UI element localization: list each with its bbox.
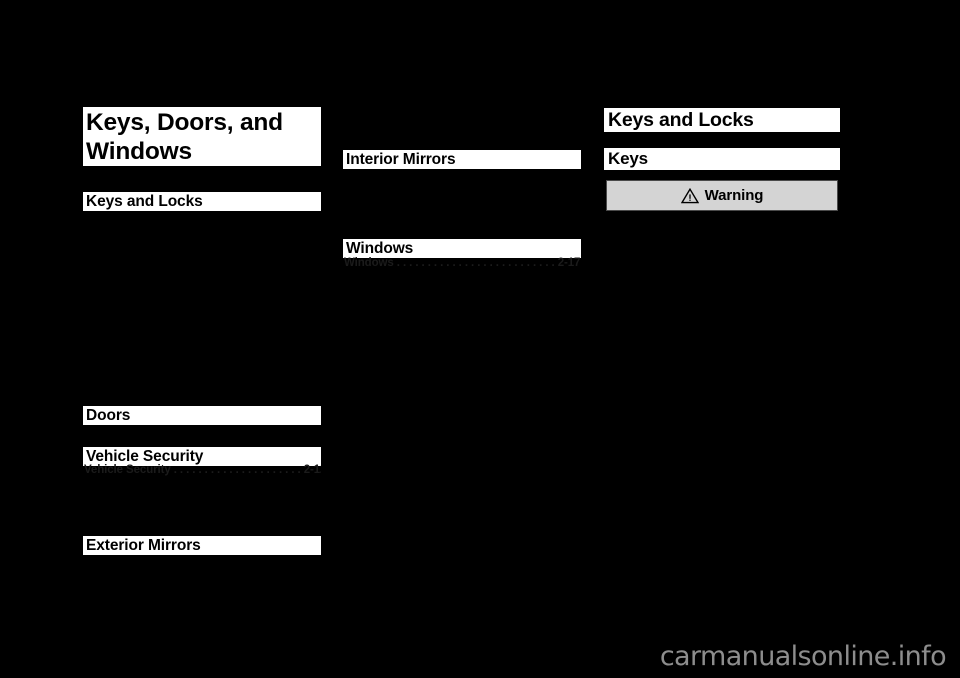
section-heading-interior-mirrors: Interior Mirrors bbox=[343, 150, 581, 169]
sub-heading-keys: Keys bbox=[604, 148, 840, 170]
warning-triangle-icon bbox=[680, 187, 699, 204]
chapter-title: Keys, Doors, and Windows bbox=[83, 107, 321, 166]
section-heading-exterior-mirrors: Exterior Mirrors bbox=[83, 536, 321, 555]
section-heading-windows: Windows bbox=[343, 239, 581, 258]
warning-callout: Warning bbox=[606, 180, 838, 211]
section-heading-keys-and-locks: Keys and Locks bbox=[83, 192, 321, 211]
toc-entry-windows: Windows . . . . . . . . . . . . . . . . … bbox=[344, 257, 581, 269]
watermark: carmanualsonline.info bbox=[659, 641, 947, 672]
toc-entry-vehicle-security: Vehicle Security . . . . . . . . . . . .… bbox=[84, 464, 321, 476]
section-heading-doors: Doors bbox=[83, 406, 321, 425]
page-heading-keys-and-locks: Keys and Locks bbox=[604, 108, 840, 132]
manual-page: Keys, Doors, and Windows Keys and Locks … bbox=[0, 0, 960, 678]
warning-label: Warning bbox=[704, 187, 764, 204]
